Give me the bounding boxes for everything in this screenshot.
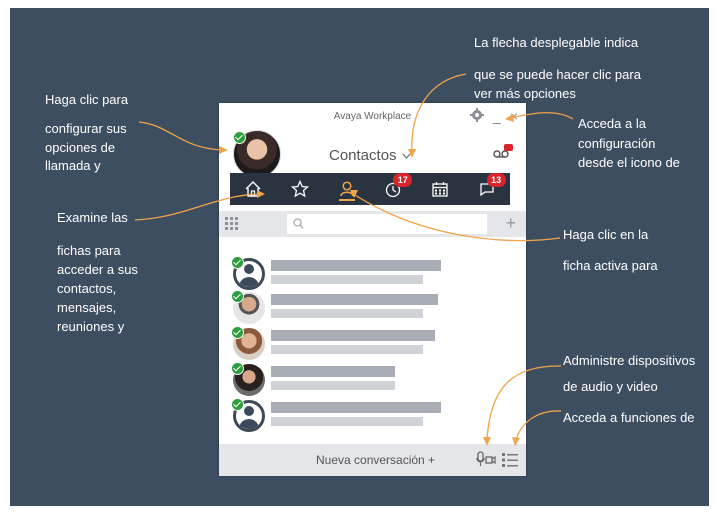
history-badge: 17 [393,173,413,187]
callout-avatar-line2: configurar sus [45,121,127,136]
chevron-down-icon [402,153,411,159]
gear-icon [470,108,485,122]
presence-available-icon [231,398,244,411]
callout-audio-line1: Administre dispositivos [563,353,696,368]
close-button[interactable]: × [510,109,518,123]
callout-tabs-line4: contactos, [57,281,117,296]
my-presence-icon [233,131,246,144]
callout-tabs-line3: acceder a sus [57,262,138,277]
callout-tabs-line2: fichas para [57,243,121,258]
home-icon [245,181,261,197]
callout-dropdown-line3: ver más opciones [474,86,576,101]
contact-detail-placeholder [271,381,395,390]
contact-row[interactable] [231,256,513,294]
voicemail-button[interactable] [492,143,514,164]
tab-history[interactable]: 17 [378,173,413,204]
callout-active-line1: Haga clic en la [563,227,649,242]
audio-video-icon [476,451,496,466]
callout-tabs-line6: reuniones y [57,319,125,334]
new-conversation-button[interactable]: Nueva conversación + [316,453,435,467]
callout-audio-line2: de audio y video [563,379,658,394]
contact-row[interactable] [231,290,513,328]
audio-video-devices-button[interactable] [476,451,496,474]
search-input[interactable] [287,214,487,234]
presence-available-icon [231,326,244,339]
tab-favorites[interactable] [285,174,315,204]
avaya-workplace-window: Avaya Workplace _ × Contactos 17 13 + Nu… [219,103,526,476]
tab-contacts[interactable] [332,174,362,204]
presence-available-icon [231,362,244,375]
callout-active-line2: ficha activa para [563,258,658,273]
voicemail-icon [493,144,513,158]
contact-name-placeholder [271,260,441,271]
footer-bar: Nueva conversación + [219,444,526,476]
star-icon [290,180,309,198]
tab-messages[interactable]: 13 [472,173,506,204]
tab-bar: 17 13 [230,173,510,205]
contact-name-placeholder [271,330,435,341]
title-dropdown[interactable]: Contactos [329,147,411,164]
callout-tabs-line1: Examine las [57,210,128,225]
contact-detail-placeholder [271,345,423,354]
callout-settings-line1: Acceda a la [578,116,646,131]
callout-dropdown-line2: que se puede hacer clic para [474,67,641,82]
search-icon [293,218,304,229]
calendar-icon [432,182,448,197]
settings-gear-icon[interactable] [470,108,485,124]
search-row: + [219,211,526,237]
more-functions-button[interactable] [502,452,518,473]
tab-calendar[interactable] [425,174,455,204]
callout-avatar-line1: Haga clic para [45,92,129,107]
contact-row[interactable] [231,362,513,400]
callout-settings-line2: configuración [578,136,656,151]
contact-row[interactable] [231,326,513,364]
callout-tabs-line5: mensajes, [57,300,117,315]
dialpad-icon [225,217,238,230]
contacts-icon [339,181,354,197]
contact-name-placeholder [271,402,441,413]
contact-row[interactable] [231,398,513,436]
dialpad-button[interactable] [225,217,239,236]
contact-name-placeholder [271,294,438,305]
minimize-button[interactable]: _ [493,109,501,123]
window-controls: _ × [470,108,518,124]
callout-avatar-line3: opciones de [45,140,116,155]
presence-available-icon [231,290,244,303]
contact-detail-placeholder [271,275,423,284]
messages-badge: 13 [486,173,506,187]
contact-name-placeholder [271,366,395,377]
presence-available-icon [231,256,244,269]
list-menu-icon [502,453,518,467]
contact-detail-placeholder [271,417,423,426]
callout-functions-line1: Acceda a funciones de [563,410,695,425]
callout-settings-line3: desde el icono de [578,155,680,170]
page-title: Contactos [329,147,397,164]
callout-dropdown-line1: La flecha desplegable indica [474,35,639,50]
tab-home[interactable] [238,174,268,204]
contact-detail-placeholder [271,309,423,318]
callout-avatar-line4: llamada y [45,158,101,173]
add-contact-button[interactable]: + [505,213,516,233]
